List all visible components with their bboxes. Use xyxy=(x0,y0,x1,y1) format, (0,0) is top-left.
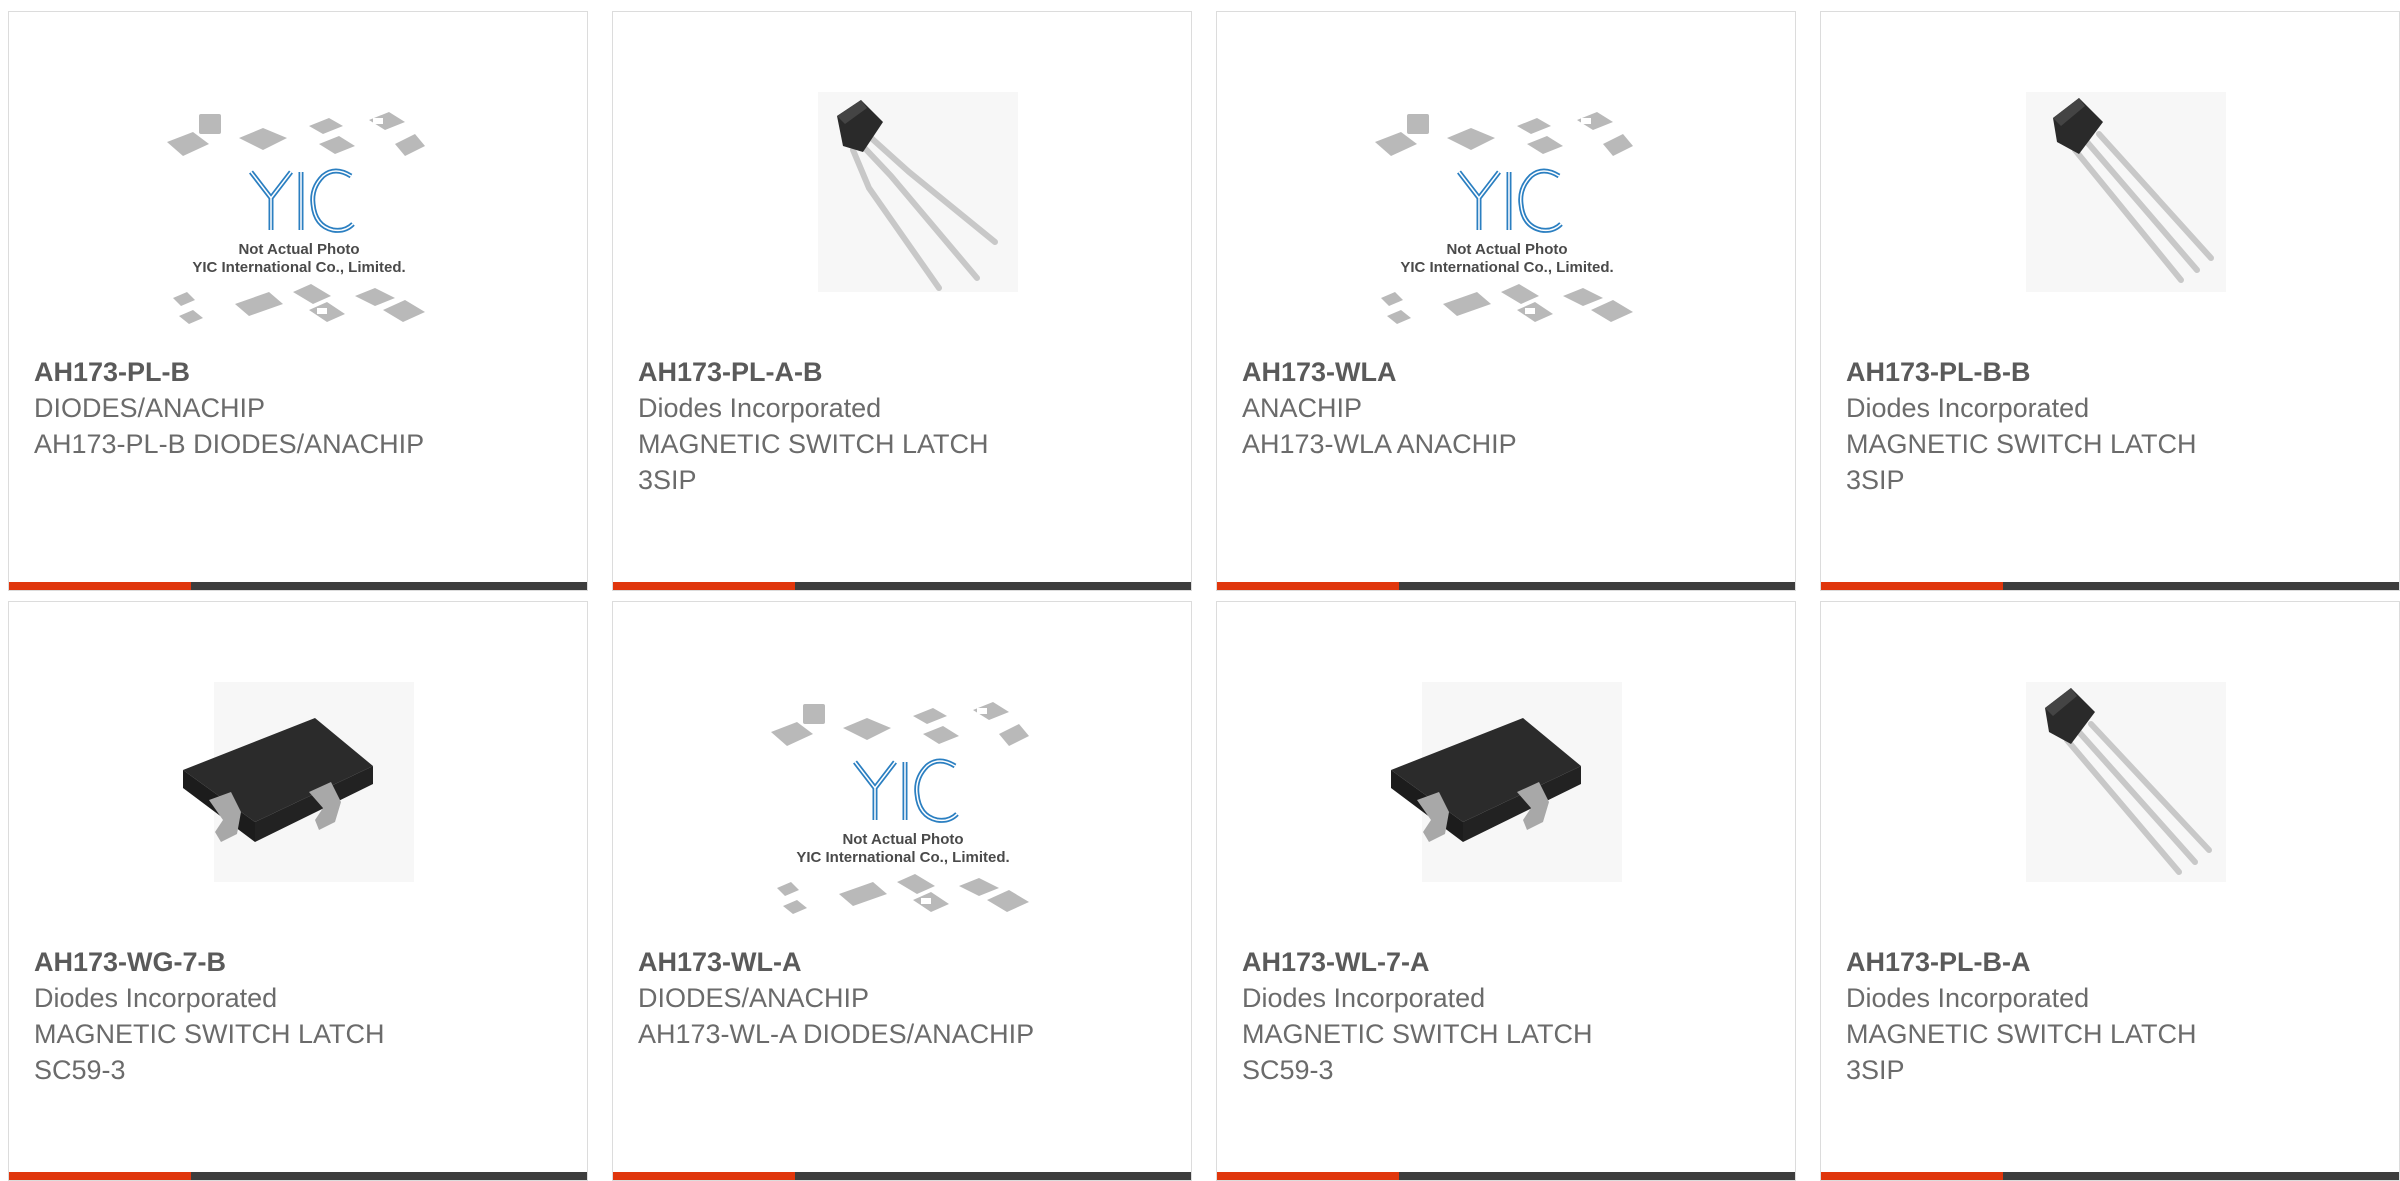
part-number[interactable]: AH173-WL-7-A xyxy=(1242,944,1775,980)
card-accent-bar xyxy=(9,1172,587,1180)
product-image-sip3[interactable] xyxy=(1971,682,2251,942)
product-info: AH173-PL-B-A Diodes Incorporated MAGNETI… xyxy=(1846,944,2379,1088)
product-card[interactable]: Not Actual Photo YIC International Co., … xyxy=(1216,11,1796,591)
product-card[interactable]: AH173-PL-B-A Diodes Incorporated MAGNETI… xyxy=(1820,601,2400,1181)
product-image-sc59[interactable] xyxy=(1367,682,1647,942)
package: SC59-3 xyxy=(1242,1055,1334,1085)
placeholder-company: YIC International Co., Limited. xyxy=(796,849,1009,866)
description: AH173-WLA ANACHIP xyxy=(1242,429,1517,459)
manufacturer: Diodes Incorporated xyxy=(1846,393,2090,423)
placeholder-company: YIC International Co., Limited. xyxy=(192,259,405,276)
card-accent-bar xyxy=(613,582,1191,590)
product-image-sip3[interactable] xyxy=(1971,92,2251,352)
product-info: AH173-WG-7-B Diodes Incorporated MAGNETI… xyxy=(34,944,567,1088)
product-card[interactable]: Not Actual Photo YIC International Co., … xyxy=(8,11,588,591)
part-number[interactable]: AH173-WLA xyxy=(1242,354,1775,390)
description: MAGNETIC SWITCH LATCH xyxy=(638,429,989,459)
package: 3SIP xyxy=(1846,1055,1905,1085)
product-info: AH173-PL-A-B Diodes Incorporated MAGNETI… xyxy=(638,354,1171,498)
part-number[interactable]: AH173-PL-A-B xyxy=(638,354,1171,390)
package: 3SIP xyxy=(638,465,697,495)
description: MAGNETIC SWITCH LATCH xyxy=(1846,1019,2197,1049)
product-card[interactable]: AH173-WG-7-B Diodes Incorporated MAGNETI… xyxy=(8,601,588,1181)
product-image-placeholder[interactable]: Not Actual Photo YIC International Co., … xyxy=(763,682,1043,942)
description: AH173-PL-B DIODES/ANACHIP xyxy=(34,429,425,459)
placeholder-company: YIC International Co., Limited. xyxy=(1400,259,1613,276)
product-image-placeholder[interactable]: Not Actual Photo YIC International Co., … xyxy=(1367,92,1647,352)
card-accent-bar xyxy=(613,1172,1191,1180)
product-info: AH173-WL-A DIODES/ANACHIP AH173-WL-A DIO… xyxy=(638,944,1171,1052)
card-accent-bar xyxy=(1821,582,2399,590)
package: SC59-3 xyxy=(34,1055,126,1085)
product-info: AH173-PL-B DIODES/ANACHIP AH173-PL-B DIO… xyxy=(34,354,567,462)
description: MAGNETIC SWITCH LATCH xyxy=(1846,429,2197,459)
part-number[interactable]: AH173-WL-A xyxy=(638,944,1171,980)
manufacturer: DIODES/ANACHIP xyxy=(638,983,870,1013)
product-info: AH173-PL-B-B Diodes Incorporated MAGNETI… xyxy=(1846,354,2379,498)
placeholder-caption: Not Actual Photo xyxy=(1446,241,1567,258)
product-card[interactable]: Not Actual Photo YIC International Co., … xyxy=(612,601,1192,1181)
part-number[interactable]: AH173-PL-B-A xyxy=(1846,944,2379,980)
manufacturer: Diodes Incorporated xyxy=(638,393,882,423)
description: AH173-WL-A DIODES/ANACHIP xyxy=(638,1019,1035,1049)
product-image-sc59[interactable] xyxy=(159,682,439,942)
placeholder-caption: Not Actual Photo xyxy=(238,241,359,258)
card-accent-bar xyxy=(9,582,587,590)
placeholder-caption: Not Actual Photo xyxy=(842,831,963,848)
card-accent-bar xyxy=(1217,582,1795,590)
product-image-placeholder[interactable]: Not Actual Photo YIC International Co., … xyxy=(159,92,439,352)
part-number[interactable]: AH173-PL-B-B xyxy=(1846,354,2379,390)
package: 3SIP xyxy=(1846,465,1905,495)
manufacturer: Diodes Incorporated xyxy=(1846,983,2090,1013)
product-card[interactable]: AH173-PL-B-B Diodes Incorporated MAGNETI… xyxy=(1820,11,2400,591)
product-info: AH173-WL-7-A Diodes Incorporated MAGNETI… xyxy=(1242,944,1775,1088)
card-accent-bar xyxy=(1821,1172,2399,1180)
manufacturer: Diodes Incorporated xyxy=(1242,983,1486,1013)
part-number[interactable]: AH173-WG-7-B xyxy=(34,944,567,980)
card-accent-bar xyxy=(1217,1172,1795,1180)
product-image-sip3[interactable] xyxy=(763,92,1043,352)
product-info: AH173-WLA ANACHIP AH173-WLA ANACHIP xyxy=(1242,354,1775,462)
product-card[interactable]: AH173-WL-7-A Diodes Incorporated MAGNETI… xyxy=(1216,601,1796,1181)
description: MAGNETIC SWITCH LATCH xyxy=(1242,1019,1593,1049)
product-card[interactable]: AH173-PL-A-B Diodes Incorporated MAGNETI… xyxy=(612,11,1192,591)
part-number[interactable]: AH173-PL-B xyxy=(34,354,567,390)
manufacturer: ANACHIP xyxy=(1242,393,1363,423)
product-grid: Not Actual Photo YIC International Co., … xyxy=(8,11,2400,1181)
description: MAGNETIC SWITCH LATCH xyxy=(34,1019,385,1049)
manufacturer: DIODES/ANACHIP xyxy=(34,393,266,423)
manufacturer: Diodes Incorporated xyxy=(34,983,278,1013)
